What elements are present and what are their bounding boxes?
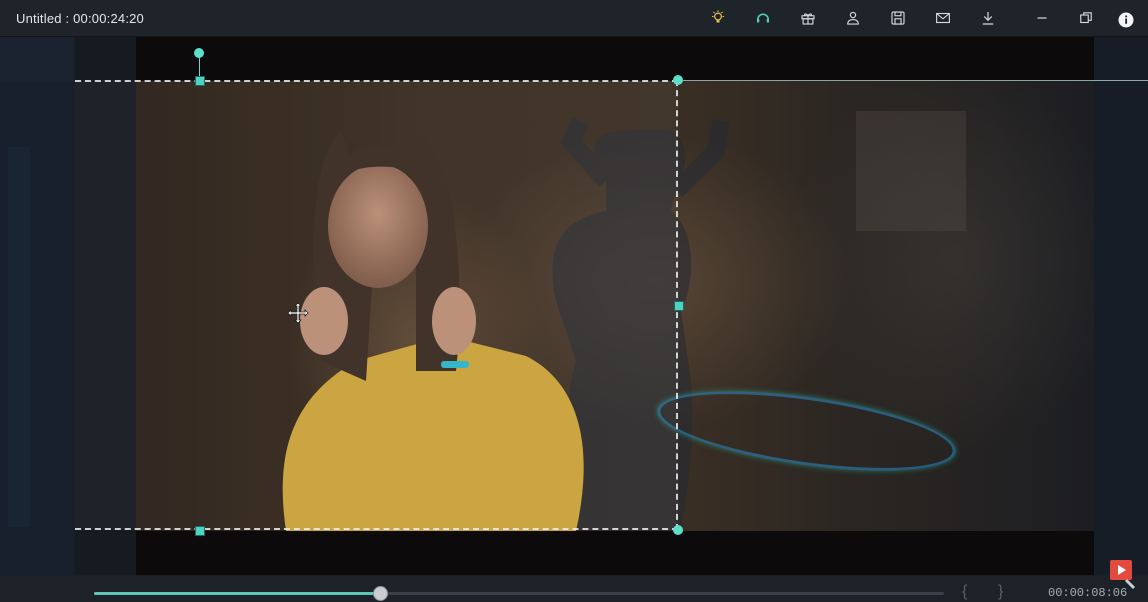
timeline-track[interactable] (94, 592, 944, 595)
mark-in-button[interactable]: { (962, 583, 967, 601)
account-icon[interactable] (841, 6, 865, 30)
minimize-icon[interactable] (1030, 6, 1054, 30)
download-icon[interactable] (976, 6, 1000, 30)
left-panel-strip (8, 147, 30, 527)
timeline-playhead[interactable] (372, 586, 388, 601)
left-panel (0, 37, 74, 575)
mail-icon[interactable] (931, 6, 955, 30)
resize-handle-top-right[interactable] (673, 75, 683, 85)
rotate-handle[interactable] (194, 48, 204, 58)
gift-icon[interactable] (796, 6, 820, 30)
selection-guide-line (678, 80, 1148, 81)
timeline-progress (94, 592, 379, 595)
lightbulb-icon[interactable] (706, 6, 730, 30)
selection-bounding-box[interactable] (75, 80, 678, 530)
info-icon[interactable] (1114, 8, 1138, 32)
restore-icon[interactable] (1074, 6, 1098, 30)
window-glow (856, 111, 966, 231)
resize-handle-top[interactable] (195, 76, 205, 86)
render-preview-icon[interactable] (1108, 558, 1138, 590)
right-panel (1094, 37, 1148, 575)
save-icon[interactable] (886, 6, 910, 30)
headset-icon[interactable] (751, 6, 775, 30)
title-bar: Untitled : 00:00:24:20 (0, 0, 1148, 37)
window-title: Untitled : 00:00:24:20 (16, 11, 144, 26)
playback-bar: { } 00:00:08:06 (0, 576, 1148, 602)
move-cursor-icon (287, 302, 309, 324)
resize-handle-right[interactable] (674, 301, 684, 311)
mark-out-button[interactable]: } (998, 583, 1003, 601)
resize-handle-bottom-right[interactable] (673, 525, 683, 535)
resize-handle-bottom[interactable] (195, 526, 205, 536)
